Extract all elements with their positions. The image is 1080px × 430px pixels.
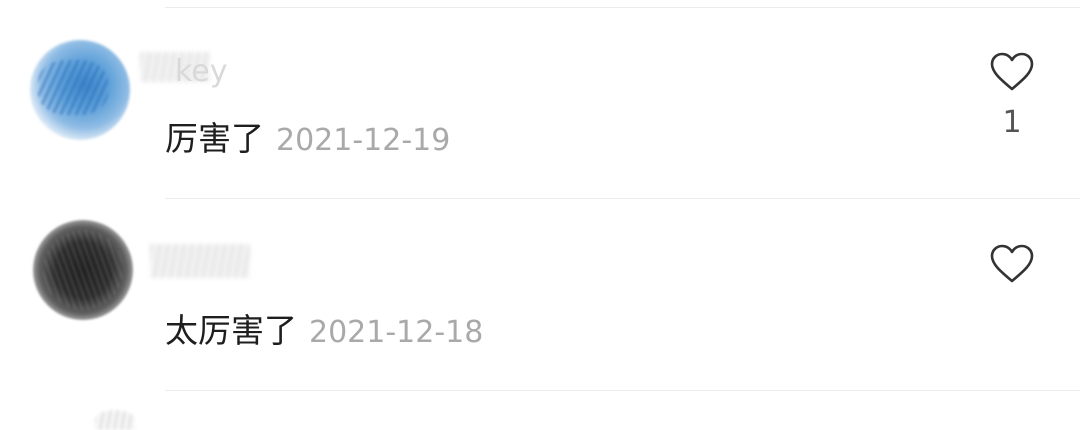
comment-date: 2021-12-18 [309, 315, 484, 350]
like-count: 1 [1002, 105, 1022, 140]
user-avatar[interactable] [33, 220, 133, 320]
comment-body: 厉害了 2021-12-19 [165, 112, 450, 160]
heart-outline-icon[interactable] [990, 52, 1034, 92]
comment-date: 2021-12-19 [276, 123, 451, 158]
user-avatar[interactable] [30, 40, 130, 140]
comment-body: 太厉害了 2021-12-18 [165, 304, 483, 352]
heart-outline-icon[interactable] [990, 244, 1034, 284]
username-redacted[interactable] [150, 244, 250, 278]
comment-text: 太厉害了 [165, 311, 297, 350]
divider [165, 7, 1080, 8]
divider [165, 390, 1080, 391]
comment-text: 厉害了 [165, 119, 264, 158]
user-avatar[interactable] [95, 410, 135, 430]
username[interactable]: key [175, 54, 228, 89]
divider [165, 198, 1080, 199]
